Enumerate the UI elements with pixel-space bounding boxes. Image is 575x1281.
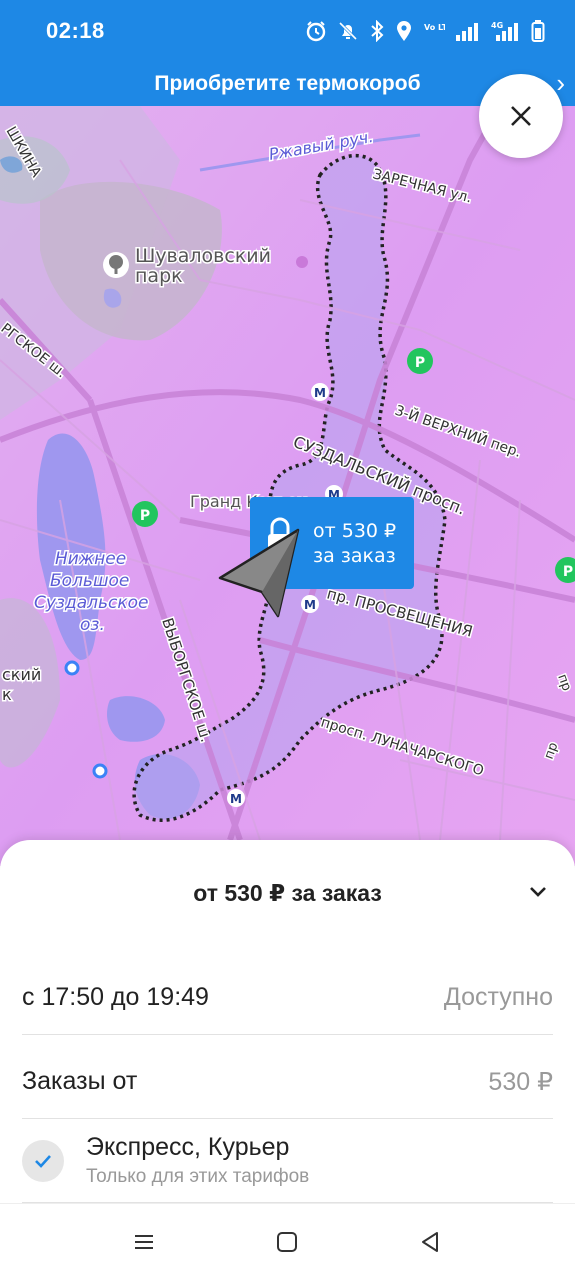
time-window-row: с 17:50 до 19:49 Доступно — [22, 950, 553, 1035]
home-icon — [277, 1232, 297, 1252]
system-nav-bar — [0, 1203, 575, 1281]
map-label-left-edge-2: к — [2, 685, 12, 704]
status-bar: 02:18 Vo LTE 4G — [0, 0, 575, 62]
map-label-park-2: парк — [135, 265, 183, 287]
svg-text:P: P — [415, 355, 425, 371]
back-button[interactable] — [414, 1226, 446, 1258]
orders-from-label: Заказы от — [22, 1067, 138, 1095]
tariff-subtitle: Только для этих тарифов — [86, 1166, 310, 1187]
check-icon — [35, 1155, 51, 1168]
map-label-lake-1: Нижнее — [55, 549, 126, 569]
tree-icon — [103, 252, 129, 278]
tariff-checkbox[interactable] — [22, 1140, 64, 1182]
volte-label: Vo LTE — [424, 23, 445, 32]
status-icons: Vo LTE 4G — [305, 18, 545, 44]
bell-off-icon — [338, 21, 358, 41]
map-label-park-1: Шуваловский — [135, 245, 271, 267]
map-label-left-edge-1: ский — [2, 665, 41, 684]
station-dot — [92, 763, 108, 779]
net-label: 4G — [491, 21, 503, 30]
chevron-right-icon: › — [556, 68, 565, 98]
availability-value: Доступно — [443, 983, 553, 1011]
signal-icon — [456, 23, 478, 41]
svg-text:P: P — [140, 508, 150, 524]
close-button[interactable] — [479, 74, 563, 158]
home-button[interactable] — [271, 1226, 303, 1258]
zone-tag-line2: за заказ — [313, 545, 396, 567]
battery-icon — [531, 20, 545, 42]
map-label-lake-2: Большое — [50, 571, 129, 591]
metro-icon: M — [311, 383, 329, 401]
back-icon — [422, 1232, 438, 1252]
svg-text:M: M — [230, 792, 242, 806]
station-dot — [64, 660, 80, 676]
sheet-title: от 530 ₽ за заказ — [193, 880, 382, 906]
map-label-lake-4: оз. — [80, 615, 105, 635]
pin-icon — [296, 256, 308, 268]
svg-text:P: P — [563, 564, 573, 580]
metro-icon: M — [227, 789, 245, 807]
tariff-title: Экспресс, Курьер — [86, 1133, 290, 1161]
parking-icon: P — [132, 501, 158, 527]
volte-icon: Vo LTE — [424, 23, 445, 32]
time-window-label: с 17:50 до 19:49 — [22, 983, 209, 1011]
map-view[interactable]: M M M M P P P ШКИНА Ржавый руч. ЗАРЕЧНАЯ… — [0, 106, 575, 866]
location-icon — [397, 21, 411, 41]
metro-icon: M — [301, 595, 319, 613]
4g-signal-icon: 4G — [491, 21, 518, 41]
parking-icon: P — [407, 348, 433, 374]
orders-from-value: 530 ₽ — [488, 1068, 553, 1096]
menu-icon — [135, 1235, 153, 1249]
alarm-icon — [306, 21, 326, 42]
orders-from-row: Заказы от 530 ₽ — [22, 1034, 553, 1119]
svg-text:M: M — [314, 386, 326, 400]
chevron-down-icon[interactable] — [527, 880, 549, 902]
close-icon — [511, 106, 531, 126]
zone-tag-line1: от 530 ₽ — [313, 520, 396, 542]
map-canvas[interactable]: M M M M P P P ШКИНА Ржавый руч. ЗАРЕЧНАЯ… — [0, 106, 575, 866]
status-time: 02:18 — [46, 18, 105, 43]
map-label-lake-3: Суздальское — [34, 593, 149, 613]
svg-text:M: M — [304, 598, 316, 612]
menu-button[interactable] — [128, 1226, 160, 1258]
bluetooth-icon — [371, 20, 384, 42]
